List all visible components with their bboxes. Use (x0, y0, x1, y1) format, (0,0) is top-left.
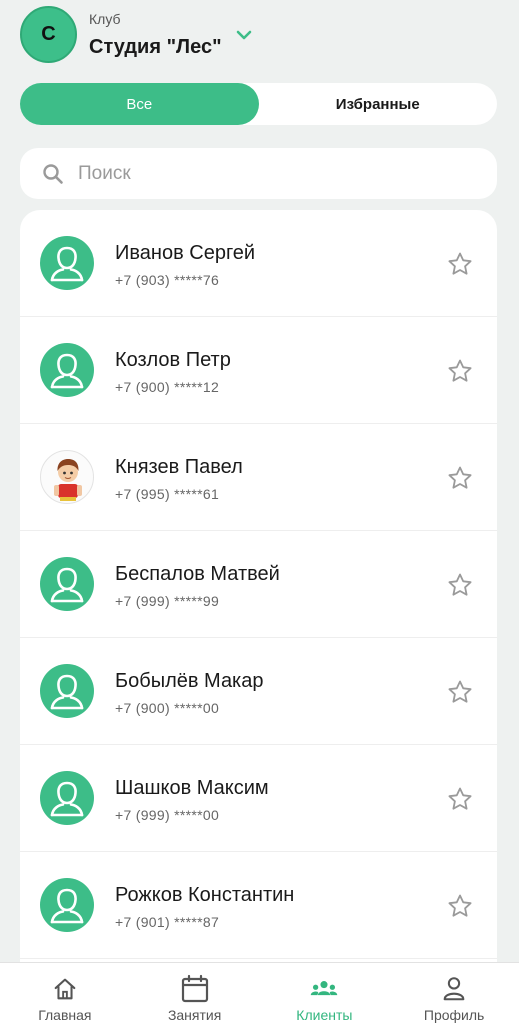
tab-all[interactable]: Все (20, 83, 259, 125)
avatar (40, 771, 94, 825)
client-phone: +7 (900) *****12 (115, 379, 220, 395)
client-name: Козлов Петр (115, 349, 231, 371)
list-item[interactable]: Бобылёв Макар +7 (900) *****00 (20, 638, 497, 745)
client-name: Рожков Константин (115, 884, 295, 906)
avatar (40, 664, 94, 718)
nav-label-clients: Клиенты (296, 1007, 353, 1023)
nav-item-clients[interactable]: Клиенты (260, 963, 390, 1033)
nav-item-profile[interactable]: Профиль (389, 963, 519, 1033)
star-icon[interactable] (447, 465, 473, 491)
avatar (40, 343, 94, 397)
nav-item-classes[interactable]: Занятия (130, 963, 260, 1033)
star-icon[interactable] (447, 679, 473, 705)
list-item[interactable]: Князев Павел +7 (995) *****61 (20, 424, 497, 531)
search-input[interactable] (78, 162, 458, 185)
star-icon[interactable] (447, 572, 473, 598)
client-name: Иванов Сергей (115, 242, 256, 264)
star-icon[interactable] (447, 893, 473, 919)
user-placeholder-icon (50, 567, 84, 603)
chevron-down-icon[interactable] (234, 28, 254, 42)
filter-segmented-control: Все Избранные (20, 83, 497, 125)
boy-avatar-icon (54, 459, 82, 501)
star-icon[interactable] (447, 251, 473, 277)
star-icon[interactable] (447, 358, 473, 384)
profile-icon (439, 974, 469, 1004)
club-name[interactable]: Студия "Лес" (89, 36, 222, 59)
user-placeholder-icon (50, 246, 84, 282)
tab-favorites[interactable]: Избранные (259, 83, 498, 125)
client-phone: +7 (995) *****61 (115, 486, 220, 502)
club-header[interactable]: С Клуб Студия "Лес" (20, 6, 500, 66)
list-item[interactable]: Иванов Сергей +7 (903) *****76 (20, 210, 497, 317)
clients-icon (309, 974, 339, 1004)
user-placeholder-icon (50, 353, 84, 389)
client-list: Иванов Сергей +7 (903) *****76 Козлов Пе… (20, 210, 497, 970)
avatar (40, 236, 94, 290)
search-icon (43, 163, 63, 184)
client-name: Князев Павел (115, 456, 243, 478)
user-placeholder-icon (50, 781, 84, 817)
bottom-navigation: Главная Занятия Клиенты Профиль (0, 962, 519, 1033)
client-name: Бобылёв Макар (115, 670, 264, 692)
club-caption: Клуб (89, 11, 121, 27)
home-icon (50, 974, 80, 1004)
avatar (40, 557, 94, 611)
client-phone: +7 (900) *****00 (115, 700, 220, 716)
list-item[interactable]: Рожков Константин +7 (901) *****87 (20, 852, 497, 959)
client-phone: +7 (999) *****00 (115, 807, 220, 823)
search-bar[interactable] (20, 148, 497, 199)
list-item[interactable]: Беспалов Матвей +7 (999) *****99 (20, 531, 497, 638)
avatar (40, 878, 94, 932)
client-phone: +7 (999) *****99 (115, 593, 220, 609)
nav-label-home: Главная (38, 1007, 92, 1023)
star-icon[interactable] (447, 786, 473, 812)
client-phone: +7 (901) *****87 (115, 914, 220, 930)
client-name: Шашков Максим (115, 777, 269, 799)
club-avatar: С (20, 6, 77, 63)
nav-item-home[interactable]: Главная (0, 963, 130, 1033)
calendar-icon (180, 974, 210, 1004)
user-placeholder-icon (50, 888, 84, 924)
list-item[interactable]: Шашков Максим +7 (999) *****00 (20, 745, 497, 852)
user-placeholder-icon (50, 674, 84, 710)
client-phone: +7 (903) *****76 (115, 272, 220, 288)
nav-label-classes: Занятия (167, 1007, 222, 1023)
client-name: Беспалов Матвей (115, 563, 280, 585)
list-item[interactable]: Козлов Петр +7 (900) *****12 (20, 317, 497, 424)
avatar-photo (40, 450, 94, 504)
nav-label-profile: Профиль (423, 1007, 485, 1023)
